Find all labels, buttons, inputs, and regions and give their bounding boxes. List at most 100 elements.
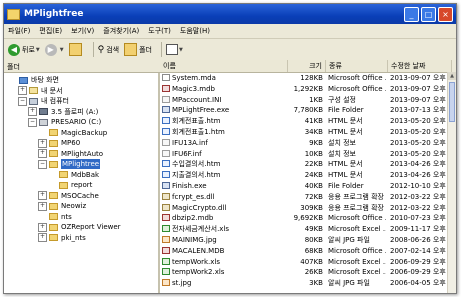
title-bar[interactable]: MPlightfree _ □ × xyxy=(4,4,456,24)
up-folder-button[interactable] xyxy=(68,43,84,56)
column-header-size[interactable]: 크기 xyxy=(288,60,326,72)
file-row[interactable]: Magic3.mdb 1,292KB Microsoft Office ... 201… xyxy=(160,84,448,94)
tree-item[interactable]: + MP60 xyxy=(38,138,80,148)
tree-item[interactable]: + pki_nts xyxy=(38,233,86,243)
file-row[interactable]: 지출결의서.htm 24KB HTML 문서 2013-04-26 오후 ... xyxy=(160,171,448,180)
tree-item[interactable]: +3.5 플로피 (A:) xyxy=(28,107,98,117)
expand-icon[interactable]: + xyxy=(38,222,47,232)
views-button[interactable]: ▼ xyxy=(165,44,183,55)
tree-item-label: nts xyxy=(61,212,72,221)
folders-icon xyxy=(124,43,138,56)
tree-item[interactable]: + Neowiz xyxy=(38,201,86,211)
menu-edit[interactable]: 편집(E) xyxy=(39,26,62,36)
tree-item[interactable]: − 내 컴퓨터 xyxy=(18,96,69,106)
file-name: MAINIMG.jpg xyxy=(172,236,217,244)
file-size: 1,292KB xyxy=(293,84,323,93)
file-row[interactable]: IFU6F.inf 10KB 설치 정보 2013-05-20 오후 ... xyxy=(160,149,448,159)
file-row[interactable]: IFU13A.inf 9KB 설치 정보 2013-05-20 오후 ... xyxy=(160,138,448,148)
scroll-thumb[interactable] xyxy=(449,82,455,122)
column-header-date[interactable]: 수정한 날짜 xyxy=(388,60,452,72)
scroll-up-icon[interactable]: ▲ xyxy=(448,72,456,80)
expand-icon[interactable]: + xyxy=(38,138,47,148)
file-row[interactable]: 회계전표출.htm 41KB HTML 문서 2013-05-20 오후 ... xyxy=(160,117,448,126)
exe-file-icon xyxy=(162,106,170,114)
forward-button[interactable]: ▶ ▼ xyxy=(44,43,64,56)
file-size: 40KB xyxy=(304,182,323,190)
tree-item[interactable]: − MPlightree xyxy=(38,159,101,169)
menu-tools[interactable]: 도구(T) xyxy=(148,26,171,36)
collapse-icon[interactable]: − xyxy=(18,96,27,106)
expand-icon[interactable]: + xyxy=(18,86,27,95)
menu-view[interactable]: 보기(V) xyxy=(71,26,94,36)
tree-item[interactable]: + 내 문서 xyxy=(18,86,63,96)
collapse-icon[interactable]: − xyxy=(38,159,47,169)
file-row[interactable]: MACALEN.MDB 68KB Microsoft Office ... 2007-… xyxy=(160,246,448,256)
collapse-icon[interactable]: − xyxy=(28,117,37,127)
mdb-file-icon xyxy=(162,246,170,254)
search-button[interactable]: ⚲ 검색 xyxy=(98,45,119,55)
file-row[interactable]: MAINIMG.jpg 80KB 알씨 JPG 파일 2008-06-26 오후 ..… xyxy=(160,236,448,245)
file-name: Finish.exe xyxy=(172,182,207,190)
file-name: tempWork2.xls xyxy=(172,268,225,277)
expand-icon[interactable]: + xyxy=(38,233,47,242)
file-row[interactable]: System.mda 128KB Microsoft Office ... 2013-… xyxy=(160,74,448,83)
file-row[interactable]: st.jpg 3KB 알씨 JPG 파일 2006-04-05 오후 ... xyxy=(160,279,448,288)
tree-item[interactable]: + OZReport Viewer xyxy=(38,222,121,232)
file-row[interactable]: MPLightFree.exe 7,780KB File Folder 2013-07… xyxy=(160,106,448,115)
menu-file[interactable]: 파일(F) xyxy=(8,26,30,36)
tree-item-label: 바탕 화면 xyxy=(31,76,59,84)
file-date: 2008-06-26 오후 ... xyxy=(390,236,448,244)
ini-file-icon xyxy=(162,138,170,146)
maximize-button[interactable]: □ xyxy=(421,6,436,22)
file-row[interactable]: 수입결의서.htm 22KB HTML 문서 2013-04-26 오후 ... xyxy=(160,160,448,169)
file-name-cell: dbzip2.mdb xyxy=(162,214,286,223)
column-header-name[interactable]: 이름 xyxy=(160,60,288,72)
tree-item[interactable]: nts xyxy=(38,212,72,222)
file-row[interactable]: Finish.exe 40KB File Folder 2012-10-10 오후 .… xyxy=(160,182,448,191)
file-type: 알씨 JPG 파일 xyxy=(328,279,370,288)
file-name-cell: 수입결의서.htm xyxy=(162,160,286,169)
menu-help[interactable]: 도움말(H) xyxy=(180,26,210,36)
tree-item[interactable]: MagicBackup xyxy=(38,128,107,138)
tree-item[interactable]: − PRESARIO (C:) xyxy=(28,117,101,127)
folders-button[interactable]: 폴더 xyxy=(124,43,152,56)
search-icon: ⚲ xyxy=(97,44,105,55)
tree-item[interactable]: MdbBak xyxy=(48,170,99,180)
file-date: 2013-09-07 오후 ... xyxy=(390,84,448,93)
tree-item[interactable]: + MSOCache xyxy=(38,191,99,201)
xls-file-icon xyxy=(162,268,170,276)
jpg-file-icon xyxy=(162,279,170,287)
tree-item[interactable]: report xyxy=(48,180,92,190)
file-type: Microsoft Excel ... xyxy=(328,268,386,277)
expand-icon[interactable]: + xyxy=(38,201,47,211)
file-row[interactable]: tempWork2.xls 26KB Microsoft Excel ... 2006… xyxy=(160,268,448,277)
file-name: IFU6F.inf xyxy=(172,149,202,158)
file-size: 407KB xyxy=(300,257,323,266)
tree-item-label: MdbBak xyxy=(71,170,100,179)
file-file-icon xyxy=(162,74,170,81)
expand-icon[interactable]: + xyxy=(38,149,47,158)
expand-icon[interactable]: + xyxy=(38,191,47,200)
folder-tree-pane: 바탕 화면 + 내 문서 − 내 컴퓨터 +3.5 플로피 (A:) − PRESARIO (… xyxy=(4,73,160,293)
ini-file-icon xyxy=(162,95,170,103)
file-row[interactable]: 전자세금계산서.xls 49KB Microsoft Excel ... 2009-1… xyxy=(160,225,448,234)
file-row[interactable]: MagicCrypto.dll 309KB 응용 프로그램 확장 2012-03-22… xyxy=(160,203,448,213)
file-row[interactable]: fcrypt_es.dll 72KB 응용 프로그램 확장 2012-03-22 오후… xyxy=(160,192,448,202)
menu-favorites[interactable]: 즐겨찾기(A) xyxy=(103,26,139,36)
file-row[interactable]: dbzip2.mdb 9,692KB Microsoft Office ... 201… xyxy=(160,214,448,223)
file-row[interactable]: 회계전표출1.htm 34KB HTML 문서 2013-05-20 오후 ... xyxy=(160,128,448,137)
close-button[interactable]: × xyxy=(438,6,453,22)
expand-icon[interactable]: + xyxy=(28,107,37,116)
column-header-type[interactable]: 종류 xyxy=(326,60,388,72)
file-type: File Folder xyxy=(328,106,364,115)
tree-item[interactable]: + MPlightAuto xyxy=(38,149,103,159)
file-row[interactable]: MPaccount.INI 1KB 구성 설정 2013-09-07 오후 ... xyxy=(160,95,448,105)
minimize-button[interactable]: _ xyxy=(404,6,419,22)
floppy-icon xyxy=(39,108,48,115)
vertical-scrollbar[interactable]: ▲ xyxy=(447,72,456,293)
file-date: 2013-05-20 오후 ... xyxy=(390,128,448,136)
file-row[interactable]: tempWork.xls 407KB Microsoft Excel ... 2006… xyxy=(160,257,448,267)
tree-item[interactable]: 바탕 화면 xyxy=(8,75,59,85)
file-name-cell: MACALEN.MDB xyxy=(162,246,286,256)
back-button[interactable]: ◀ 뒤로 ▼ xyxy=(8,43,40,56)
